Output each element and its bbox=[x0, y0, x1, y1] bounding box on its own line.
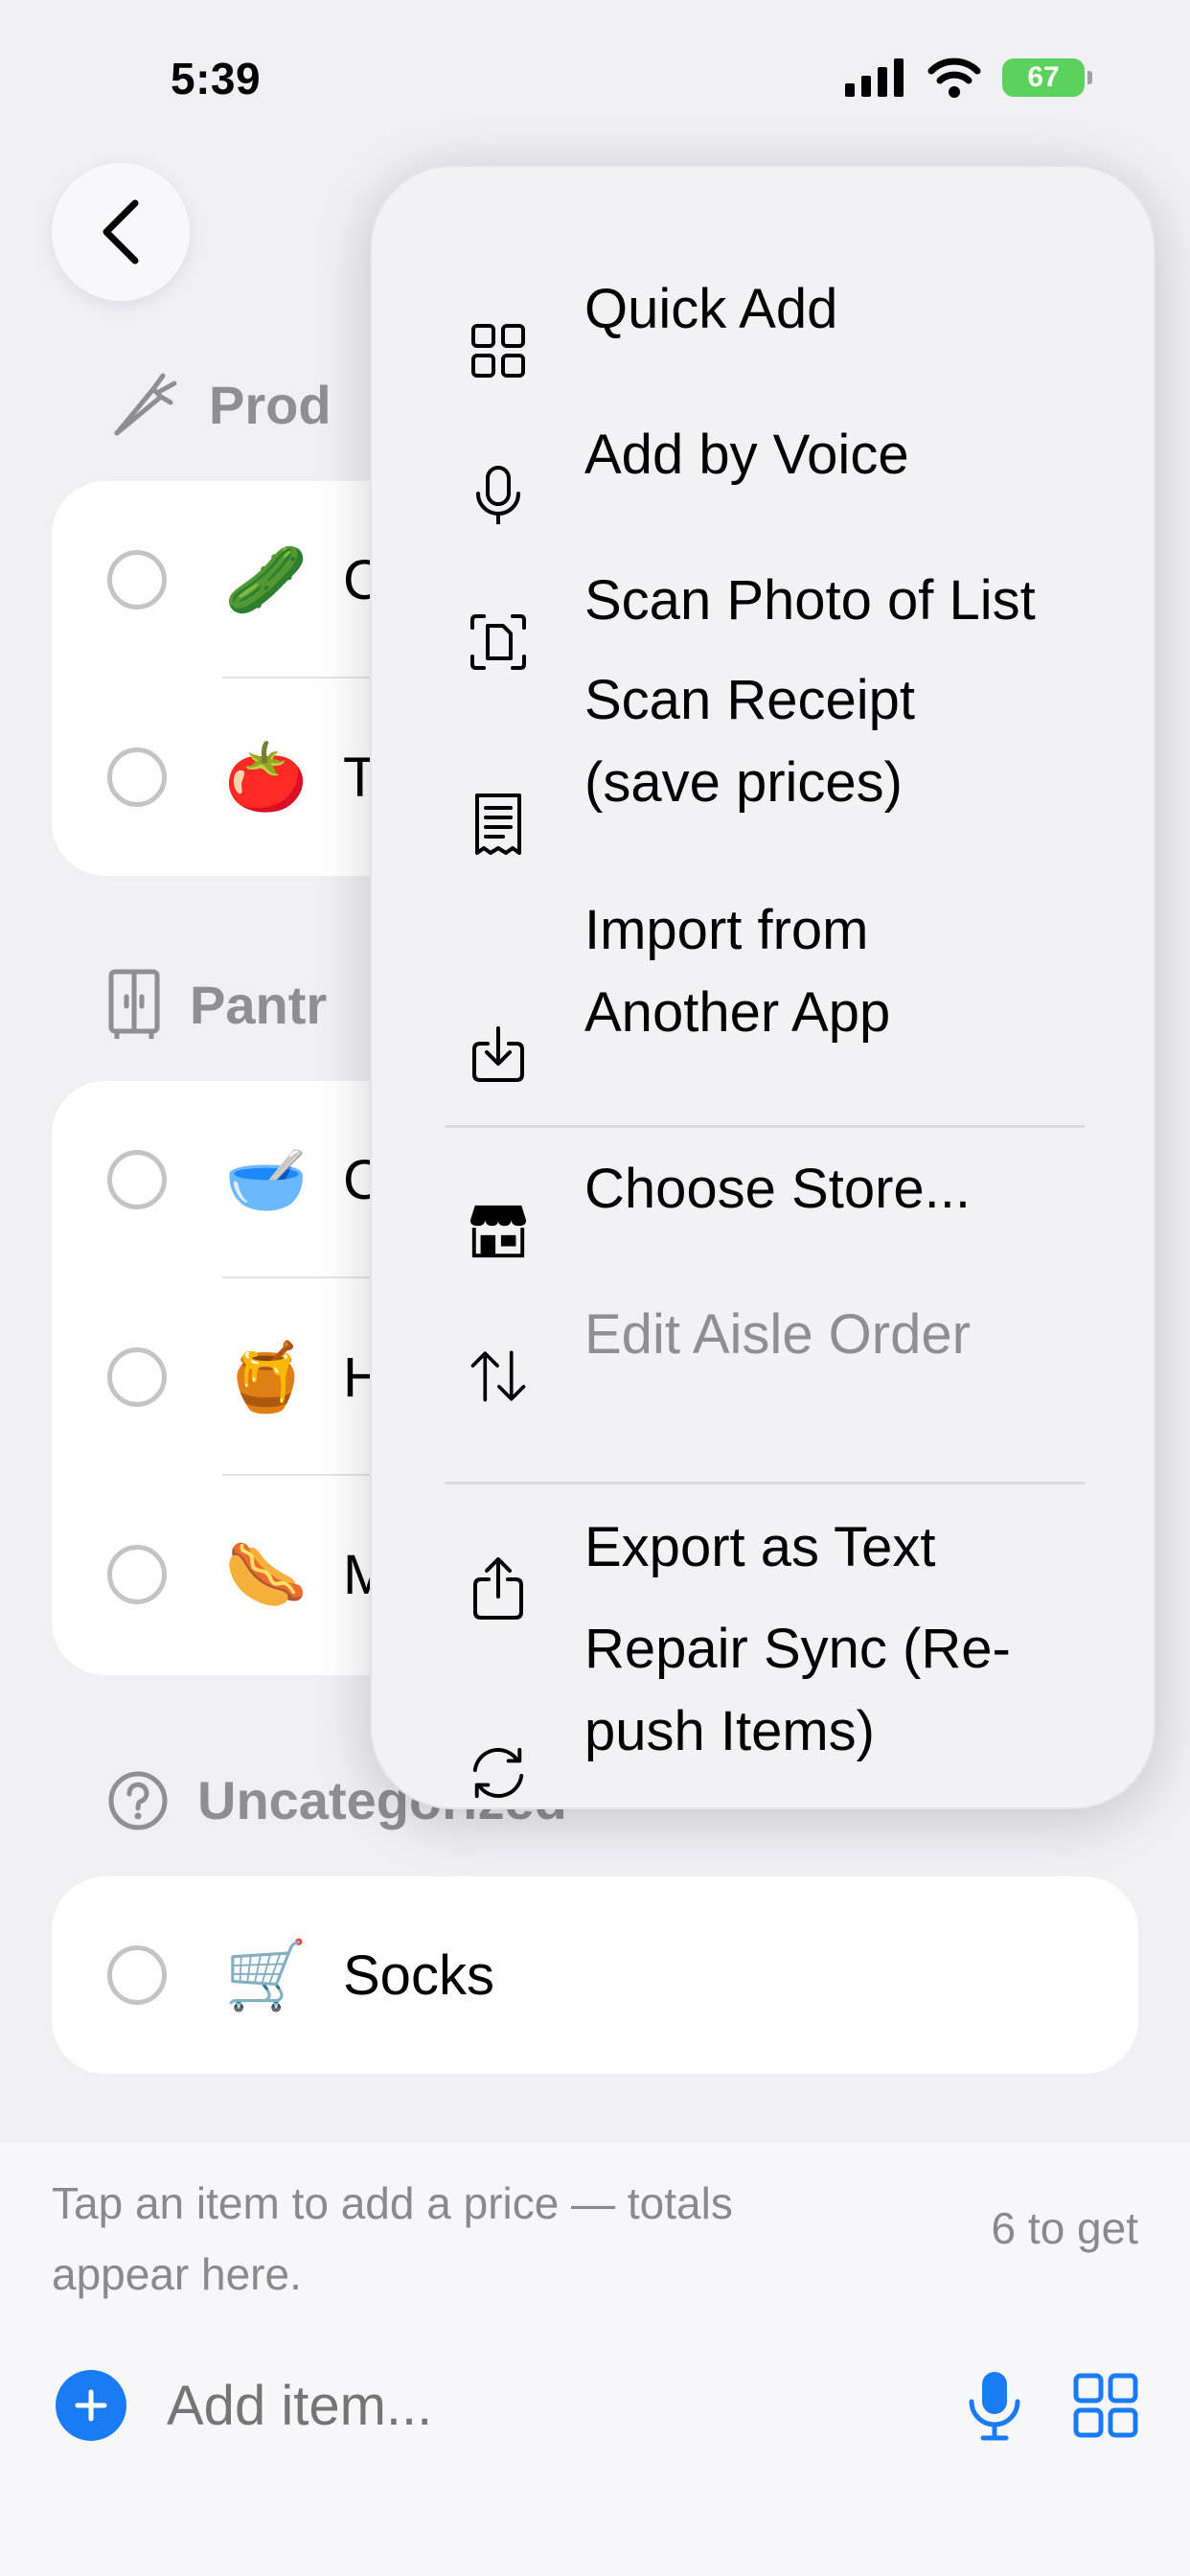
microphone-icon[interactable] bbox=[966, 2369, 1023, 2442]
menu-item-label: Quick Add bbox=[584, 278, 838, 340]
import-icon bbox=[468, 1024, 529, 1085]
menu-item-label: Add by Voice bbox=[584, 424, 909, 486]
section-header-produce: Prod bbox=[107, 368, 332, 441]
section-card-uncategorized: 🛒 Socks bbox=[52, 1876, 1138, 2074]
menu-item-label: Scan Receipt (save prices) bbox=[584, 669, 915, 814]
item-emoji: 🥒 bbox=[224, 542, 309, 617]
share-icon bbox=[468, 1557, 529, 1620]
item-emoji: 🛒 bbox=[224, 1938, 309, 2012]
item-checkbox[interactable] bbox=[107, 1945, 167, 2005]
menu-divider bbox=[445, 1482, 1085, 1484]
store-icon bbox=[468, 1200, 529, 1261]
input-actions bbox=[966, 2369, 1138, 2442]
price-hint: Tap an item to add a price — totals appe… bbox=[52, 2178, 733, 2299]
receipt-icon bbox=[468, 794, 529, 855]
item-checkbox[interactable] bbox=[107, 1545, 167, 1604]
section-title: Prod bbox=[209, 374, 332, 435]
plus-icon bbox=[75, 2389, 107, 2422]
battery-level: 67 bbox=[1027, 61, 1060, 93]
wifi-icon bbox=[927, 58, 981, 98]
status-icons: 67 bbox=[845, 58, 1092, 98]
item-checkbox[interactable] bbox=[107, 1347, 167, 1407]
item-emoji: 🥣 bbox=[224, 1142, 309, 1217]
add-item-button[interactable] bbox=[56, 2370, 126, 2441]
question-circle-icon bbox=[108, 1771, 168, 1829]
item-checkbox[interactable] bbox=[107, 550, 167, 610]
menu-item-label: Import from Another App bbox=[584, 899, 891, 1044]
chevron-left-icon bbox=[103, 199, 139, 264]
battery-icon: 67 bbox=[1002, 58, 1092, 97]
menu-item-label: Export as Text bbox=[584, 1516, 936, 1578]
microphone-icon bbox=[468, 466, 529, 527]
list-item[interactable]: 🛒 Socks bbox=[52, 1876, 1138, 2074]
cellular-signal-icon bbox=[845, 58, 904, 97]
item-emoji: 🍯 bbox=[224, 1340, 309, 1414]
add-item-row bbox=[56, 2367, 1138, 2444]
menu-item-label: Scan Photo of List bbox=[584, 569, 1036, 632]
section-header-pantry: Pantr bbox=[107, 968, 327, 1041]
item-checkbox[interactable] bbox=[107, 1150, 167, 1209]
grid-icon[interactable] bbox=[1073, 2373, 1138, 2438]
add-item-input[interactable] bbox=[167, 2373, 837, 2438]
sync-icon bbox=[468, 1742, 529, 1804]
menu-item-label: Repair Sync (Re-push Items) bbox=[584, 1618, 1011, 1762]
item-emoji: 🌭 bbox=[224, 1537, 309, 1612]
status-time: 5:39 bbox=[171, 54, 262, 104]
back-button[interactable] bbox=[52, 163, 190, 301]
menu-divider bbox=[445, 1125, 1085, 1128]
arrows-up-down-icon bbox=[468, 1346, 529, 1407]
cabinet-icon bbox=[108, 969, 160, 1039]
item-checkbox[interactable] bbox=[107, 748, 167, 807]
section-title: Pantr bbox=[190, 974, 328, 1035]
menu-item-label: Edit Aisle Order bbox=[584, 1303, 971, 1366]
carrot-icon bbox=[114, 373, 177, 436]
items-remaining-count: 6 to get bbox=[991, 2203, 1138, 2253]
actions-menu: Quick Add Add by Voice Scan Photo of Lis… bbox=[370, 165, 1156, 1809]
menu-item-label: Choose Store... bbox=[584, 1158, 971, 1220]
scan-document-icon bbox=[468, 611, 529, 673]
item-emoji: 🍅 bbox=[224, 740, 309, 815]
grid-icon bbox=[468, 320, 529, 381]
item-name: Socks bbox=[343, 1944, 494, 2007]
